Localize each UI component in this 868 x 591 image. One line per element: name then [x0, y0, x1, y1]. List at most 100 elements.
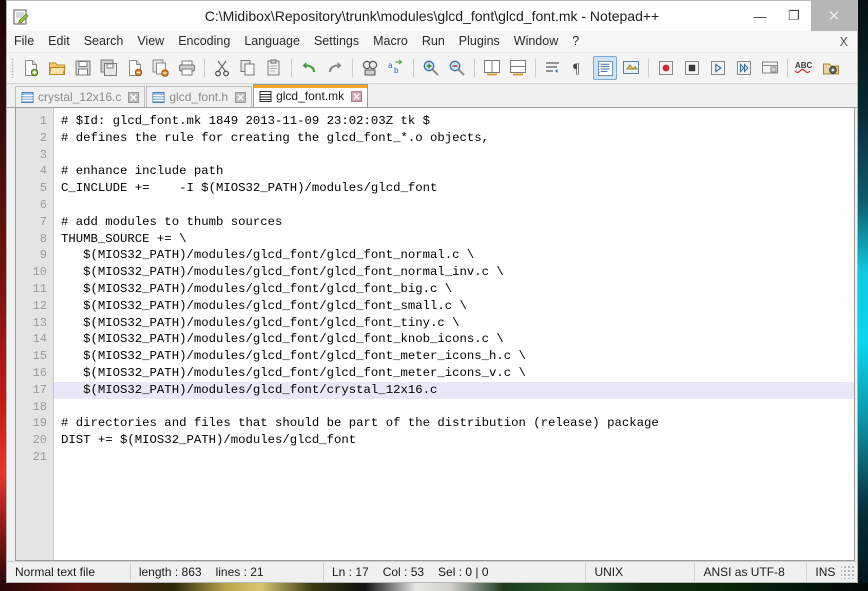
copy-icon[interactable]: [236, 56, 260, 80]
menu-item-macro[interactable]: Macro: [366, 31, 415, 52]
menu-item-search[interactable]: Search: [77, 31, 131, 52]
close-document-button[interactable]: X: [840, 35, 857, 49]
toolbar-grip[interactable]: [11, 58, 14, 78]
show-indent-guide-icon[interactable]: [593, 56, 617, 80]
tab-close-icon[interactable]: [234, 91, 246, 103]
toolbar-separator: [413, 59, 414, 77]
tab-crystal-12x16-c[interactable]: crystal_12x16.c: [15, 86, 145, 107]
line-number: 19: [16, 415, 53, 432]
code-line[interactable]: # defines the rule for creating the glcd…: [61, 130, 854, 147]
line-number: 18: [16, 399, 53, 416]
menu-item-settings[interactable]: Settings: [307, 31, 366, 52]
replace-icon[interactable]: a b: [384, 56, 408, 80]
save-icon[interactable]: [71, 56, 95, 80]
menu-item-help[interactable]: ?: [565, 31, 586, 52]
menu-item-language[interactable]: Language: [237, 31, 307, 52]
tab-glcd-font-mk[interactable]: glcd_font.mk: [253, 84, 368, 107]
toolbar-separator: [352, 59, 353, 77]
code-text-area[interactable]: # $Id: glcd_font.mk 1849 2013-11-09 23:0…: [54, 108, 854, 560]
undo-icon[interactable]: [297, 56, 321, 80]
line-number: 10: [16, 264, 53, 281]
code-line[interactable]: $(MIOS32_PATH)/modules/glcd_font/glcd_fo…: [61, 247, 854, 264]
status-file-type: Normal text file: [7, 563, 131, 581]
cut-icon[interactable]: [210, 56, 234, 80]
menu-item-view[interactable]: View: [130, 31, 171, 52]
show-all-characters-icon[interactable]: ¶: [567, 56, 591, 80]
code-line[interactable]: # add modules to thumb sources: [61, 214, 854, 231]
title-bar[interactable]: C:\Midibox\Repository\trunk\modules\glcd…: [7, 1, 857, 31]
word-wrap-icon[interactable]: [541, 56, 565, 80]
desktop-right-color-strip: [858, 0, 868, 591]
code-line[interactable]: $(MIOS32_PATH)/modules/glcd_font/glcd_fo…: [61, 281, 854, 298]
code-line[interactable]: # $Id: glcd_font.mk 1849 2013-11-09 23:0…: [61, 113, 854, 130]
code-line[interactable]: $(MIOS32_PATH)/modules/glcd_font/glcd_fo…: [61, 365, 854, 382]
status-selection: Sel : 0 | 0: [438, 563, 488, 581]
close-all-files-icon[interactable]: [149, 56, 173, 80]
code-line[interactable]: $(MIOS32_PATH)/modules/glcd_font/crystal…: [54, 382, 854, 399]
line-number: 2: [16, 130, 53, 147]
stop-macro-icon[interactable]: [680, 56, 704, 80]
menu-item-encoding[interactable]: Encoding: [171, 31, 237, 52]
line-number: 17: [16, 382, 53, 399]
line-number: 3: [16, 147, 53, 164]
status-encoding: ANSI as UTF-8: [695, 563, 807, 581]
find-icon[interactable]: [358, 56, 382, 80]
toolbar-separator: [648, 59, 649, 77]
zoom-in-icon[interactable]: [419, 56, 443, 80]
code-line[interactable]: THUMB_SOURCE += \: [61, 231, 854, 248]
redo-icon[interactable]: [323, 56, 347, 80]
code-line[interactable]: DIST += $(MIOS32_PATH)/modules/glcd_font: [61, 432, 854, 449]
save-all-icon[interactable]: [97, 56, 121, 80]
editor-area[interactable]: 123456789101112131415161718192021 # $Id:…: [15, 108, 855, 561]
play-macro-icon[interactable]: [706, 56, 730, 80]
line-number: 1: [16, 113, 53, 130]
show-ui-icon[interactable]: [619, 56, 643, 80]
run-macro-multiple-icon[interactable]: [732, 56, 756, 80]
print-icon[interactable]: [175, 56, 199, 80]
document-tab-bar: crystal_12x16.c glcd_font.h: [7, 84, 857, 108]
new-file-icon[interactable]: [19, 56, 43, 80]
tab-label: glcd_font.h: [169, 90, 228, 104]
zoom-out-icon[interactable]: [445, 56, 469, 80]
line-number: 12: [16, 298, 53, 315]
code-line[interactable]: $(MIOS32_PATH)/modules/glcd_font/glcd_fo…: [61, 298, 854, 315]
menu-item-plugins[interactable]: Plugins: [452, 31, 507, 52]
svg-text:ABC: ABC: [795, 61, 813, 70]
menu-item-window[interactable]: Window: [507, 31, 565, 52]
tab-glcd-font-h[interactable]: glcd_font.h: [146, 86, 252, 107]
code-line[interactable]: $(MIOS32_PATH)/modules/glcd_font/glcd_fo…: [61, 348, 854, 365]
close-button[interactable]: ✕: [811, 1, 857, 31]
maximize-button[interactable]: ❐: [777, 1, 811, 31]
menu-item-file[interactable]: File: [7, 31, 41, 52]
code-line[interactable]: $(MIOS32_PATH)/modules/glcd_font/glcd_fo…: [61, 315, 854, 332]
record-macro-icon[interactable]: [654, 56, 678, 80]
paste-icon[interactable]: [262, 56, 286, 80]
code-line[interactable]: [61, 147, 854, 164]
menu-item-run[interactable]: Run: [415, 31, 452, 52]
line-number: 20: [16, 432, 53, 449]
line-number: 13: [16, 315, 53, 332]
code-line[interactable]: $(MIOS32_PATH)/modules/glcd_font/glcd_fo…: [61, 331, 854, 348]
code-line[interactable]: # enhance include path: [61, 163, 854, 180]
code-line[interactable]: $(MIOS32_PATH)/modules/glcd_font/glcd_fo…: [61, 264, 854, 281]
tab-close-icon[interactable]: [350, 90, 362, 102]
line-number: 5: [16, 180, 53, 197]
code-line[interactable]: # directories and files that should be p…: [61, 415, 854, 432]
code-line[interactable]: [61, 449, 854, 466]
open-file-icon[interactable]: [45, 56, 69, 80]
run-icon[interactable]: [819, 56, 843, 80]
resize-grip[interactable]: [841, 565, 855, 579]
sync-horizontal-scroll-icon[interactable]: [506, 56, 530, 80]
toolbar-separator: [474, 59, 475, 77]
close-file-icon[interactable]: [123, 56, 147, 80]
code-line[interactable]: [61, 197, 854, 214]
save-macro-icon[interactable]: [758, 56, 782, 80]
code-line[interactable]: [61, 399, 854, 416]
sync-vertical-scroll-icon[interactable]: [480, 56, 504, 80]
menu-item-edit[interactable]: Edit: [41, 31, 77, 52]
tab-close-icon[interactable]: [127, 91, 139, 103]
status-length: length : 863: [139, 563, 202, 581]
code-line[interactable]: C_INCLUDE += -I $(MIOS32_PATH)/modules/g…: [61, 180, 854, 197]
minimize-button[interactable]: —: [743, 1, 777, 31]
spell-check-icon[interactable]: ABC: [793, 56, 817, 80]
